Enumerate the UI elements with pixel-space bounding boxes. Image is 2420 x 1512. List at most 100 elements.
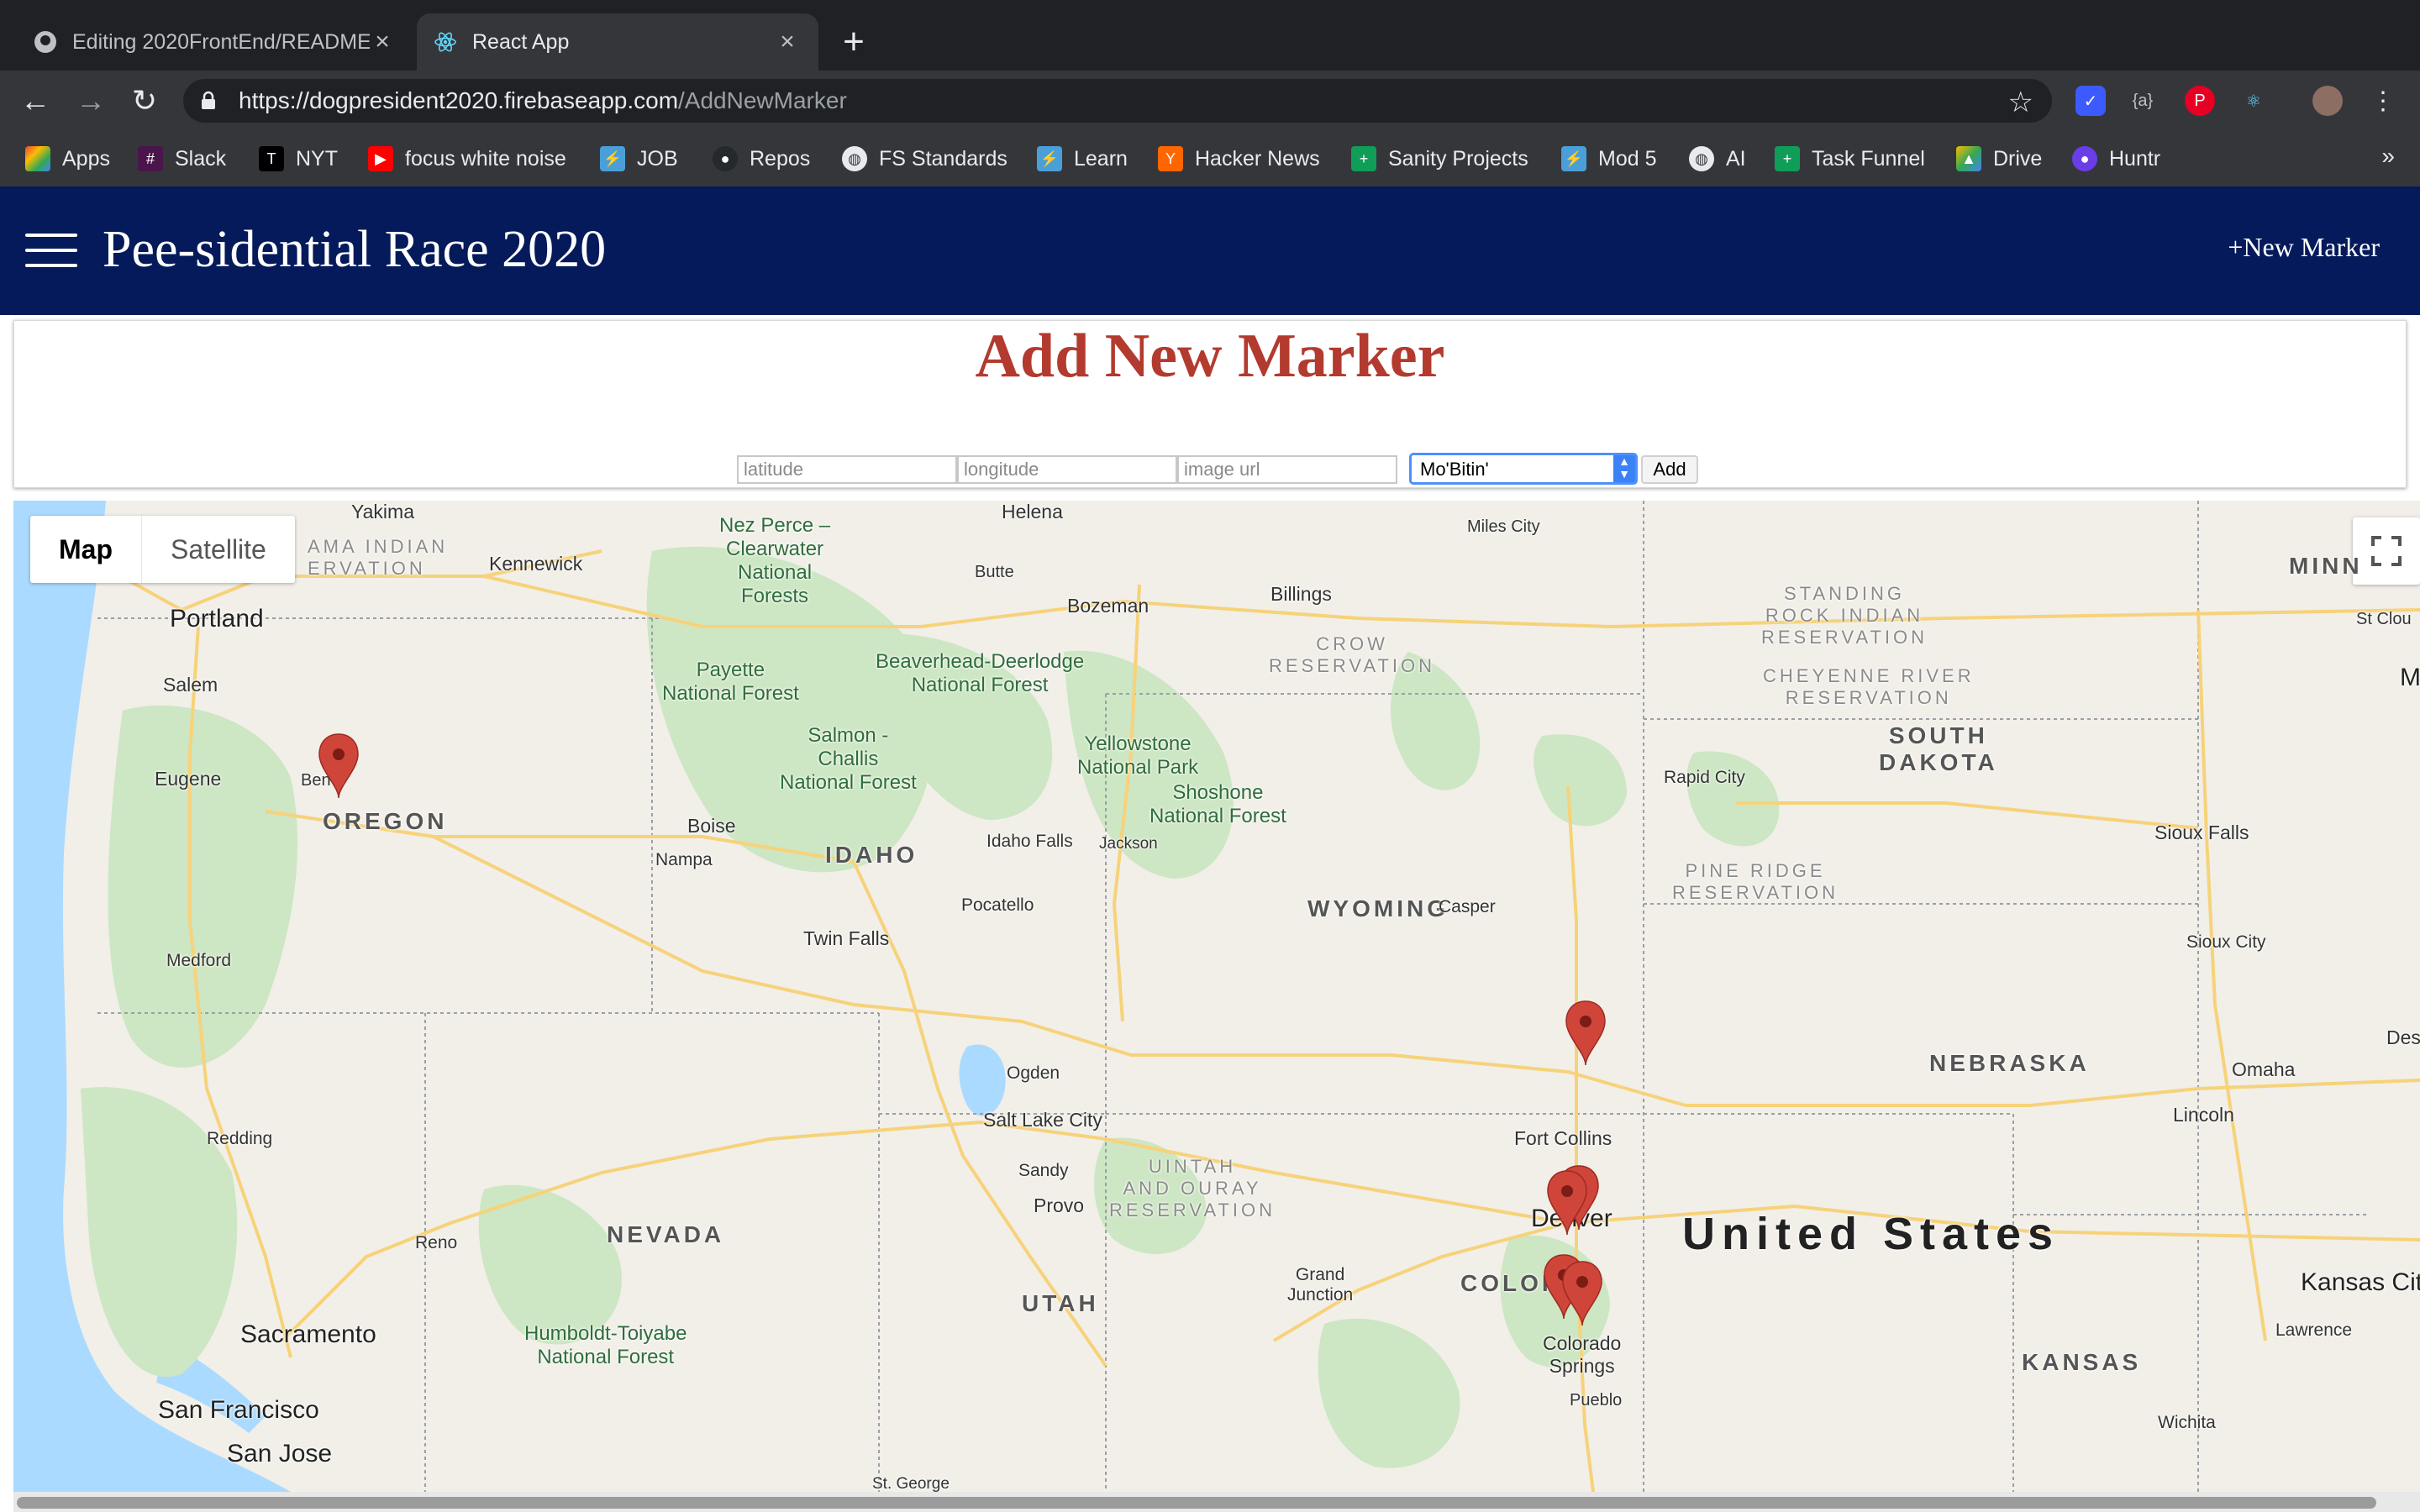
- new-marker-link[interactable]: +New Marker: [2228, 232, 2380, 263]
- dog-select-value: Mo'Bitin': [1420, 459, 1489, 480]
- bookmark-focus-white-noise[interactable]: ▶ focus white noise: [368, 141, 566, 176]
- bookmark-fs-standards[interactable]: ◍ FS Standards: [842, 141, 1007, 176]
- map[interactable]: Map Satellite Yakima AMA INDIAN ERVATION…: [13, 501, 2420, 1492]
- map-label-state: NEVADA: [607, 1221, 725, 1247]
- browser-tab-bar: Editing 2020FrontEnd/README × React App …: [0, 0, 2420, 71]
- url-path: /AddNewMarker: [678, 87, 847, 113]
- github-icon: ●: [713, 146, 738, 171]
- github-icon: [34, 30, 57, 54]
- bookmark-label: Mod 5: [1598, 146, 1657, 171]
- map-label-city: Kennewick: [489, 553, 583, 575]
- map-marker-pin[interactable]: [1565, 1000, 1607, 1067]
- state-borders: [97, 501, 2366, 1492]
- tab-label: React App: [472, 29, 570, 54]
- bookmark-learn[interactable]: ⚡ Learn: [1037, 141, 1128, 176]
- pinterest-icon[interactable]: P: [2185, 86, 2215, 116]
- form-heading: Add New Marker: [975, 322, 1445, 391]
- bookmark-huntr[interactable]: ● Huntr: [2072, 141, 2160, 176]
- address-bar[interactable]: https://dogpresident2020.firebaseapp.com…: [183, 79, 2052, 123]
- map-label-city: St Clou: [2356, 610, 2412, 628]
- bookmark-apps[interactable]: Apps: [25, 141, 110, 176]
- tab-label: Editing 2020FrontEnd/README: [72, 29, 370, 54]
- longitude-input[interactable]: [957, 455, 1177, 484]
- add-button[interactable]: Add: [1641, 455, 1698, 484]
- map-label-city: Salem: [163, 674, 218, 696]
- close-tab-icon[interactable]: ×: [370, 29, 395, 55]
- map-label-forest: Salmon - Challis National Forest: [780, 724, 917, 794]
- bookmark-mod-5[interactable]: ⚡ Mod 5: [1561, 141, 1656, 176]
- map-label-city: Sioux Falls: [2154, 822, 2249, 843]
- chrome-menu-icon[interactable]: ⋮: [2368, 86, 2398, 116]
- fullscreen-icon: [2371, 536, 2402, 566]
- bookmark-slack[interactable]: # Slack: [138, 141, 226, 176]
- tab-editing-readme[interactable]: Editing 2020FrontEnd/README ×: [17, 13, 413, 71]
- bookmarks-overflow-button[interactable]: »: [2381, 143, 2395, 170]
- map-label-city: Des: [2386, 1026, 2420, 1048]
- map-label-city: Ogden: [1007, 1063, 1060, 1083]
- bookmark-task-funnel[interactable]: + Task Funnel: [1775, 141, 1925, 176]
- reload-icon[interactable]: ↻: [128, 84, 161, 118]
- bookmark-nyt[interactable]: T NYT: [259, 141, 338, 176]
- bookmark-job[interactable]: ⚡ JOB: [600, 141, 678, 176]
- youtube-icon: ▶: [368, 146, 393, 171]
- map-label-city: Sandy: [1018, 1161, 1069, 1180]
- bookmark-repos[interactable]: ● Repos: [713, 141, 810, 176]
- scrollbar-thumb[interactable]: [17, 1497, 2376, 1509]
- close-tab-icon[interactable]: ×: [775, 29, 800, 55]
- map-type-map-button[interactable]: Map: [30, 516, 142, 583]
- bookmark-ai[interactable]: ◍ AI: [1689, 141, 1746, 176]
- browser-toolbar: ← → ↻ https://dogpresident2020.firebasea…: [0, 71, 2420, 131]
- map-label-city: Omaha: [2232, 1058, 2296, 1080]
- globe-icon: ◍: [842, 146, 867, 171]
- hamburger-menu-icon[interactable]: [25, 234, 77, 267]
- bookmark-label: focus white noise: [405, 146, 566, 171]
- horizontal-scrollbar[interactable]: [13, 1492, 2420, 1512]
- globe-icon: ◍: [1689, 146, 1714, 171]
- tab-react-app[interactable]: React App ×: [417, 13, 818, 71]
- bookmark-star-icon[interactable]: ☆: [2008, 86, 2033, 119]
- map-label-state: MINN: [2289, 553, 2363, 579]
- bookmark-hacker-news[interactable]: Y Hacker News: [1158, 141, 1320, 176]
- map-label-city: Pueblo: [1570, 1391, 1623, 1410]
- map-label-park: Yellowstone National Park: [1077, 732, 1199, 779]
- bookmark-sanity-projects[interactable]: + Sanity Projects: [1351, 141, 1528, 176]
- json-extension-icon[interactable]: {a}: [2128, 86, 2158, 116]
- map-label-state: SOUTH DAKOTA: [1879, 722, 1998, 775]
- map-marker-pin[interactable]: [318, 732, 360, 800]
- bookmark-label: Sanity Projects: [1388, 146, 1528, 171]
- slack-icon: #: [138, 146, 163, 171]
- back-arrow-icon[interactable]: ←: [18, 84, 52, 118]
- bolt-icon: ⚡: [1037, 146, 1062, 171]
- map-label-reservation: STANDING ROCK INDIAN RESERVATION: [1761, 583, 1928, 648]
- map-label-state: UTAH: [1022, 1290, 1099, 1316]
- map-label-city: Sioux City: [2186, 932, 2266, 952]
- extension-icon[interactable]: ✓: [2075, 86, 2106, 116]
- fullscreen-button[interactable]: [2353, 517, 2420, 585]
- map-label-city: Lawrence: [2275, 1320, 2353, 1340]
- bookmark-drive[interactable]: ▲ Drive: [1956, 141, 2042, 176]
- map-marker-pin[interactable]: [1561, 1260, 1603, 1327]
- map-type-satellite-button[interactable]: Satellite: [142, 516, 295, 583]
- apps-grid-icon: [25, 146, 50, 171]
- map-label-city: M: [2400, 664, 2420, 691]
- bookmarks-bar: Apps # Slack T NYT ▶ focus white noise ⚡ JOB…: [0, 131, 2420, 188]
- map-label-city: Pocatello: [961, 895, 1034, 915]
- forward-arrow-icon[interactable]: →: [74, 84, 108, 118]
- latitude-input[interactable]: [737, 455, 957, 484]
- url-text: https://dogpresident2020.firebaseapp.com…: [239, 87, 847, 114]
- map-label-forest: Humboldt-Toiyabe National Forest: [524, 1322, 687, 1368]
- sheets-icon: +: [1775, 146, 1800, 171]
- bolt-icon: ⚡: [600, 146, 625, 171]
- map-label-city: Salt Lake City: [983, 1109, 1102, 1131]
- select-arrows-icon: ▲ ▼: [1613, 455, 1635, 482]
- image-url-input[interactable]: [1177, 455, 1397, 484]
- new-tab-button[interactable]: +: [837, 24, 871, 60]
- map-label-reservation: AMA INDIAN ERVATION: [308, 536, 449, 579]
- great-salt-lake: [959, 1044, 1006, 1116]
- map-label-city: Lincoln: [2173, 1104, 2234, 1126]
- map-marker-pin[interactable]: [1546, 1169, 1588, 1236]
- bookmark-label: Hacker News: [1195, 146, 1320, 171]
- dog-select[interactable]: Mo'Bitin' ▲ ▼: [1409, 453, 1638, 485]
- react-devtools-icon[interactable]: ⚛: [2238, 86, 2269, 116]
- profile-avatar[interactable]: [2312, 86, 2343, 116]
